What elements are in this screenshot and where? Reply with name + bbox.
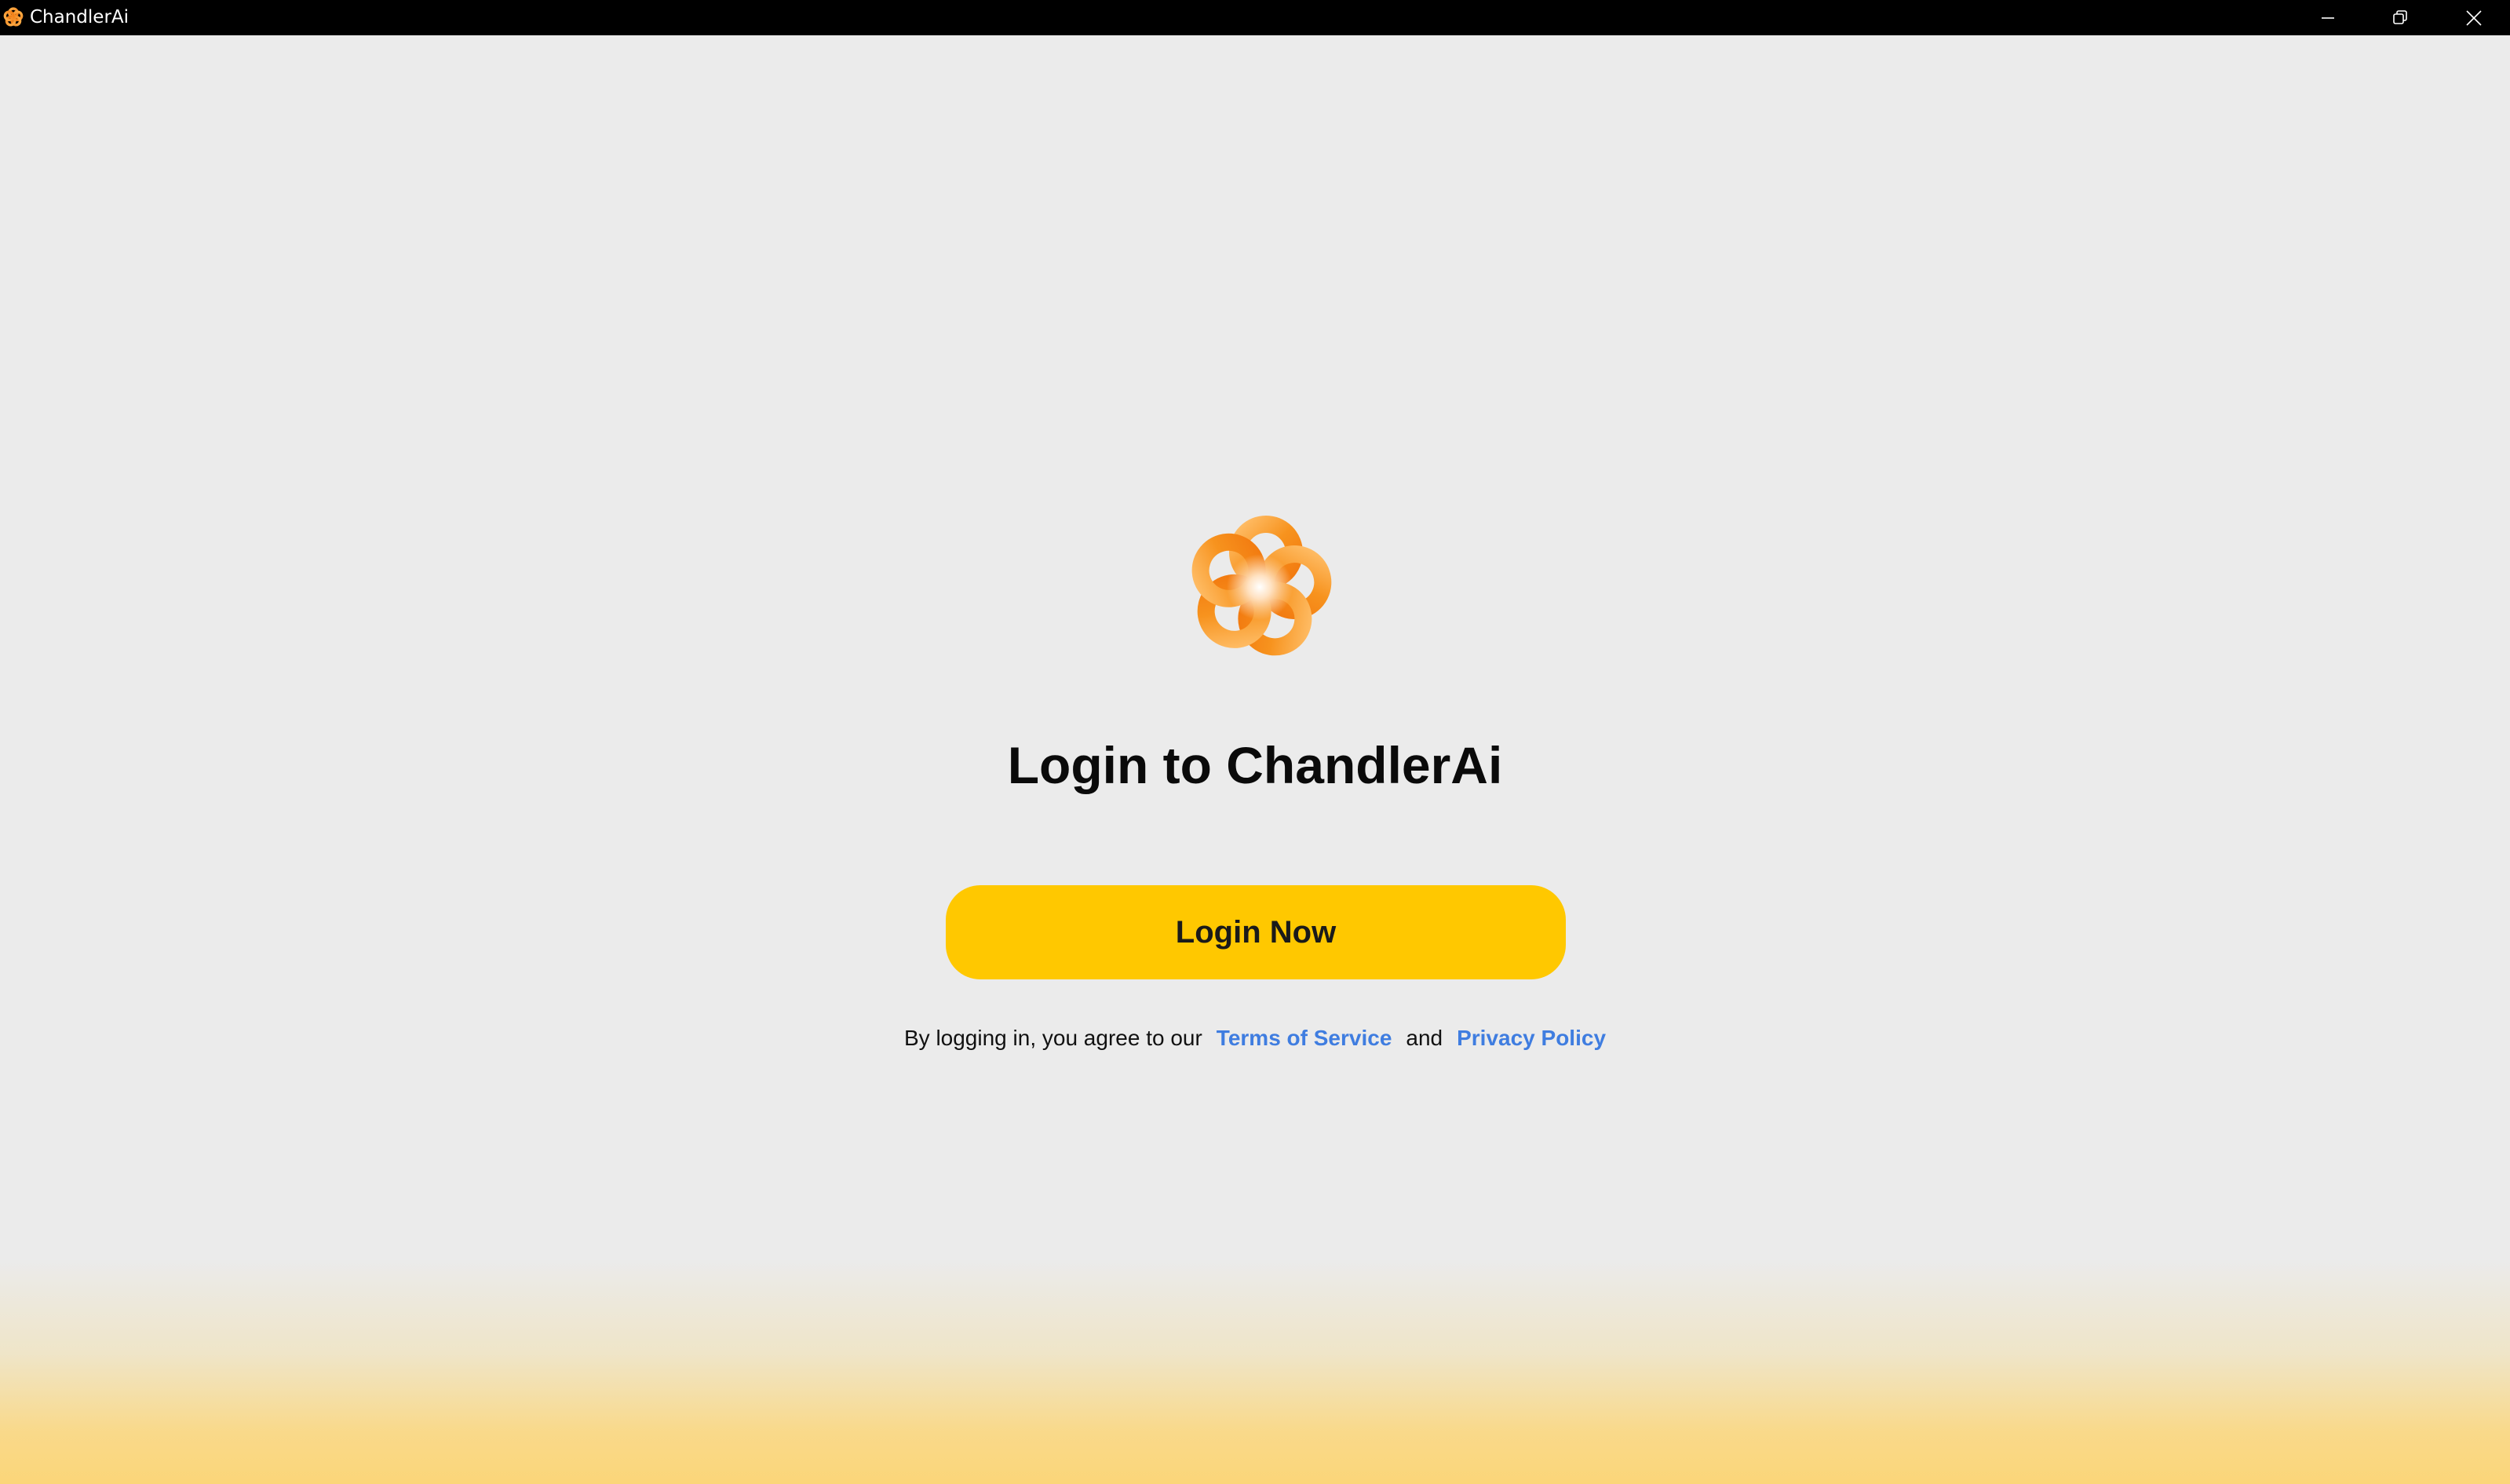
close-button[interactable] [2438, 0, 2510, 35]
minimize-icon [2322, 16, 2334, 19]
restore-icon [2393, 9, 2407, 24]
chandlerai-swirl-logo-icon [1181, 516, 1338, 665]
login-screen: Login to ChandlerAi Login Now By logging… [0, 35, 2510, 1484]
window-title: ChandlerAi [30, 7, 130, 27]
restore-button[interactable] [2364, 0, 2436, 35]
legal-prefix: By logging in, you agree to our [903, 1026, 1202, 1050]
window-titlebar: ChandlerAi [0, 0, 2510, 35]
login-now-button-label: Login Now [1175, 914, 1337, 950]
close-icon [2466, 9, 2482, 26]
legal-notice: By logging in, you agree to our Terms of … [0, 1019, 2510, 1058]
minimize-button[interactable] [2292, 0, 2364, 35]
app-logo-icon [3, 7, 24, 27]
terms-of-service-link[interactable]: Terms of Service [1217, 1026, 1392, 1050]
page-title: Login to ChandlerAi [1007, 736, 1503, 794]
legal-conjunction: and [1406, 1026, 1443, 1050]
privacy-policy-link[interactable]: Privacy Policy [1457, 1026, 1606, 1050]
login-now-button[interactable]: Login Now [946, 885, 1566, 979]
